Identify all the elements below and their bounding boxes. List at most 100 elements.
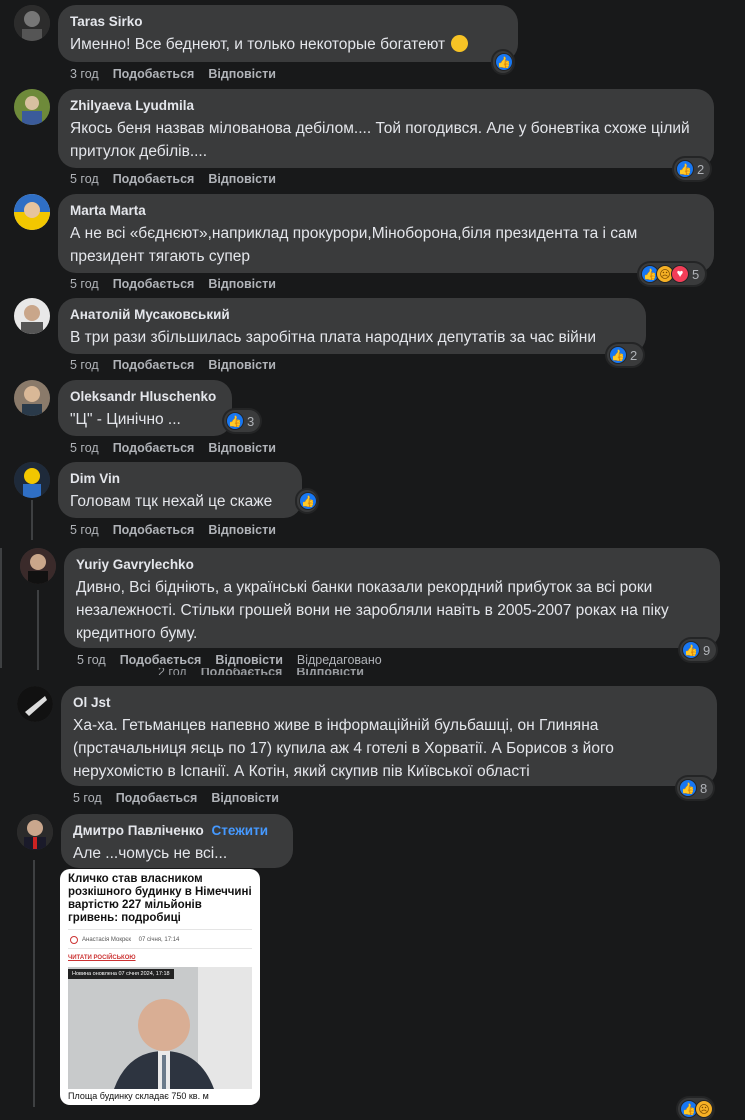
comment-bubble: Marta Marta А не всі «бєднєют»,наприклад… [58, 194, 714, 273]
like-reaction-icon: 👍 [299, 492, 317, 510]
comment-actions: 5 год Подобається Відповісти [73, 790, 293, 806]
reaction-summary[interactable]: 👍 9 [680, 639, 717, 661]
comment-author[interactable]: Dim Vin [70, 470, 290, 488]
comment-time[interactable]: 5 год [73, 791, 102, 805]
comment-author[interactable]: Yuriy Gavrylechko [76, 556, 708, 574]
reply-button[interactable]: Відповісти [215, 653, 283, 667]
comment-text: Якось беня назвав мілованова дебілом....… [70, 120, 690, 160]
love-reaction-icon: ♥ [671, 265, 689, 283]
comment-time[interactable]: 5 год [70, 523, 99, 537]
comment-text: В три рази збільшилась заробітна плата н… [70, 329, 597, 346]
reply-button[interactable]: Відповісти [208, 172, 276, 186]
like-button[interactable]: Подобається [116, 791, 198, 805]
comment-text: Але ...чомусь не всі... [73, 845, 228, 862]
wink-emoji-icon [451, 35, 469, 52]
thread-line [33, 860, 35, 1107]
comment-time[interactable]: 3 год [70, 67, 99, 81]
comment-bubble: Дмитро Павліченко Стежити Але ...чомусь … [61, 814, 293, 868]
reply-button[interactable]: Відповісти [208, 67, 276, 81]
like-reaction-icon: 👍 [679, 779, 697, 797]
comment-time[interactable]: 5 год [70, 277, 99, 291]
like-button[interactable]: Подобається [113, 67, 195, 81]
avatar[interactable] [14, 5, 50, 41]
reply-button[interactable]: Відповісти [208, 523, 276, 537]
reaction-summary[interactable]: 👍 8 [677, 777, 714, 799]
comment-text: Именно! Все беднеют, и только некоторые … [70, 36, 446, 53]
comment-actions: 5 год Подобається Відповісти [70, 171, 290, 187]
avatar[interactable] [17, 814, 53, 850]
avatar[interactable] [20, 548, 56, 584]
comment-bubble: Dim Vin Головам тцк нехай це скаже [58, 462, 302, 518]
comment-actions: 5 год Подобається Відповісти [70, 276, 290, 292]
like-button[interactable]: Подобається [113, 358, 195, 372]
reaction-summary[interactable]: 👍 3 [224, 410, 261, 432]
like-reaction-icon: 👍 [682, 641, 700, 659]
thread-line [31, 500, 33, 540]
comment-text: А не всі «бєднєют»,наприклад прокурори,М… [70, 225, 638, 265]
news-caption: Площа будинку складає 750 кв. м [68, 1091, 209, 1101]
avatar[interactable] [14, 298, 50, 334]
like-reaction-icon: 👍 [609, 346, 627, 364]
reaction-count: 5 [692, 266, 700, 282]
like-button[interactable]: Подобається [113, 441, 195, 455]
comment-time[interactable]: 5 год [77, 653, 106, 667]
comment-bubble: Ol Jst Ха-ха. Гетьманцев напевно живе в … [61, 686, 717, 786]
comment-bubble: Анатолій Мусаковський В три рази збільши… [58, 298, 646, 354]
comment-author[interactable]: Taras Sirko [70, 13, 506, 31]
news-title: Кличко став власником розкішного будинку… [68, 873, 252, 924]
comment-author[interactable]: Marta Marta [70, 202, 702, 220]
reply-button[interactable]: Відповісти [208, 277, 276, 291]
reaction-count: 8 [700, 780, 708, 796]
avatar[interactable] [17, 686, 53, 722]
comment-author[interactable]: Дмитро Павліченко [73, 823, 204, 838]
like-reaction-icon: 👍 [676, 160, 694, 178]
reaction-summary[interactable]: 👍 ☹ [678, 1098, 713, 1120]
like-button[interactable]: Подобається [113, 172, 195, 186]
news-image-attachment[interactable]: Кличко став власником розкішного будинку… [60, 869, 260, 1105]
comment-author[interactable]: Oleksandr Hluschenko [70, 388, 220, 406]
like-reaction-icon: 👍 [495, 53, 513, 71]
comment-time[interactable]: 5 год [70, 441, 99, 455]
comment-author[interactable]: Zhilyaeva Lyudmila [70, 97, 702, 115]
avatar[interactable] [14, 194, 50, 230]
reaction-count: 2 [630, 347, 638, 363]
comment-actions: 5 год Подобається Відповісти [70, 357, 290, 373]
comment-text: Ха-ха. Гетьманцев напевно живе в інформа… [73, 717, 614, 780]
follow-button[interactable]: Стежити [212, 823, 268, 838]
comment-bubble: Zhilyaeva Lyudmila Якось беня назвав міл… [58, 89, 714, 168]
comment-author[interactable]: Ol Jst [73, 694, 705, 712]
comment-actions: 5 год Подобається Відповісти [70, 440, 290, 456]
news-author-row: Анастасія Мокрєк 07 січня, 17:14 [68, 929, 252, 949]
reply-button[interactable]: Відповісти [211, 791, 279, 805]
reaction-summary[interactable]: 👍 2 [674, 158, 711, 180]
reaction-summary[interactable]: 👍 [493, 51, 513, 73]
news-photo: Новина оновлена 07 січня 2024, 17:18 [68, 967, 252, 1089]
author-icon [70, 936, 78, 944]
avatar[interactable] [14, 380, 50, 416]
news-author: Анастасія Мокрєк [82, 937, 131, 943]
reply-button[interactable]: Відповісти [208, 358, 276, 372]
like-button[interactable]: Подобається [120, 653, 202, 667]
like-button[interactable]: Подобається [113, 523, 195, 537]
avatar[interactable] [14, 89, 50, 125]
reaction-count: 9 [703, 642, 711, 658]
reaction-summary[interactable]: 👍 ☹ ♥ 5 [639, 263, 706, 285]
sad-reaction-icon: ☹ [695, 1100, 713, 1118]
like-reaction-icon: 👍 [226, 412, 244, 430]
comment-bubble: Oleksandr Hluschenko "Ц" - Цинічно ... [58, 380, 232, 436]
reaction-count: 2 [697, 161, 705, 177]
comment-actions: 5 год Подобається Відповісти Відредаговано [77, 652, 382, 668]
edited-label: Відредаговано [296, 653, 382, 667]
comment-time[interactable]: 5 год [70, 358, 99, 372]
comment-author[interactable]: Анатолій Мусаковський [70, 306, 634, 324]
reply-button[interactable]: Відповісти [208, 441, 276, 455]
reaction-summary[interactable]: 👍 [297, 490, 317, 512]
thread-line [0, 548, 2, 668]
avatar[interactable] [14, 462, 50, 498]
like-button[interactable]: Подобається [113, 277, 195, 291]
news-date: 07 січня, 17:14 [138, 937, 180, 943]
reaction-summary[interactable]: 👍 2 [607, 344, 644, 366]
comment-actions: 3 год Подобається Відповісти [70, 66, 290, 82]
comment-time[interactable]: 5 год [70, 172, 99, 186]
read-russian-link: ЧИТАТИ РОСІЙСЬКОЮ [68, 955, 136, 961]
